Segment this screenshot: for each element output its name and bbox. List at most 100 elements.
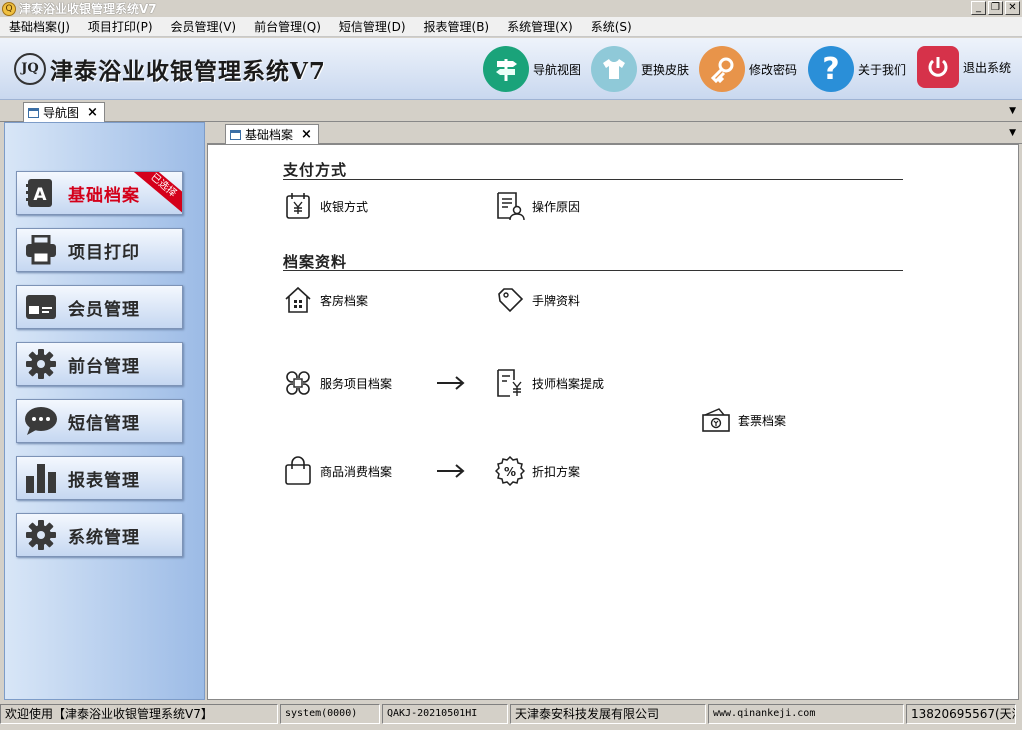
change-skin-label: 更换皮肤 [641, 62, 690, 77]
item-operation-reason[interactable]: 操作原因 [495, 190, 580, 222]
change-password-label: 修改密码 [749, 62, 798, 77]
question-icon: ? [808, 46, 854, 92]
sidebar-item-label: 项目打印 [68, 242, 140, 263]
minimize-button[interactable]: _ [971, 1, 986, 15]
discount-badge-icon: % [495, 455, 525, 487]
sidebar-item-member-management[interactable]: 会员管理 [16, 285, 183, 329]
menu-system-management[interactable]: 系统管理(X) [498, 17, 582, 37]
logo-mark: JQ [14, 53, 46, 85]
tab-navigation-map[interactable]: 导航图 × [23, 102, 105, 122]
item-service-archive[interactable]: 服务项目档案 [283, 367, 392, 399]
item-package-ticket-archive[interactable]: 套票档案 [701, 404, 786, 436]
ticket-icon [701, 404, 731, 436]
power-icon [917, 46, 959, 88]
sidebar-item-reports[interactable]: 报表管理 [16, 456, 183, 500]
gear-icon [24, 347, 58, 381]
svg-text:A: A [33, 185, 47, 205]
item-wristband-info[interactable]: 手牌资料 [495, 284, 580, 316]
logo-text: 津泰浴业收银管理系统V7 [50, 58, 326, 85]
sidebar-item-label: 短信管理 [68, 413, 140, 434]
item-label: 服务项目档案 [320, 376, 393, 391]
tag-icon [495, 284, 525, 316]
menu-reports[interactable]: 报表管理(B) [415, 17, 499, 37]
chat-bubble-icon [24, 404, 58, 438]
exit-system-button[interactable]: 退出系统 [917, 46, 1011, 88]
item-discount-plan[interactable]: % 折扣方案 [495, 455, 580, 487]
svg-text:%: % [504, 465, 516, 479]
change-password-button[interactable]: 修改密码 [699, 46, 797, 92]
member-card-icon [24, 290, 58, 324]
tab-dropdown-icon[interactable]: ▼ [1009, 106, 1016, 116]
sidebar-item-label: 基础档案 [68, 185, 140, 206]
menu-sms[interactable]: 短信管理(D) [330, 17, 415, 37]
sidebar-item-label: 系统管理 [68, 527, 140, 548]
change-skin-button[interactable]: 更换皮肤 [591, 46, 689, 92]
logo: JQ 津泰浴业收银管理系统V7 [14, 52, 326, 86]
menu-member-management[interactable]: 会员管理(V) [162, 17, 246, 37]
menu-bar: 基础档案(J) 项目打印(P) 会员管理(V) 前台管理(Q) 短信管理(D) … [0, 17, 1022, 37]
sidebar-item-label: 前台管理 [68, 356, 140, 377]
sidebar-item-system-management[interactable]: 系统管理 [16, 513, 183, 557]
item-room-archive[interactable]: 客房档案 [283, 284, 368, 316]
toolbar: JQ 津泰浴业收银管理系统V7 导航视图 更换皮肤 修改密码 ? 关于我们 退出… [0, 38, 1022, 100]
window-controls: _ ❐ ✕ [971, 1, 1020, 15]
nav-view-button[interactable]: 导航视图 [483, 46, 581, 92]
section-divider [283, 179, 903, 180]
document-user-icon [495, 190, 525, 222]
close-button[interactable]: ✕ [1005, 1, 1020, 15]
outer-tab-strip: 导航图 × ▼ [0, 100, 1022, 122]
sidebar-item-front-desk[interactable]: 前台管理 [16, 342, 183, 386]
close-icon[interactable]: × [301, 127, 312, 142]
sidebar-item-project-print[interactable]: 项目打印 [16, 228, 183, 272]
item-label: 手牌资料 [532, 293, 581, 308]
item-cashier-method[interactable]: 收银方式 [283, 190, 368, 222]
menu-system[interactable]: 系统(S) [582, 17, 641, 37]
tab-basic-archive-label: 基础档案 [245, 128, 294, 142]
sidebar-item-label: 会员管理 [68, 299, 140, 320]
tab-dropdown-icon[interactable]: ▼ [1009, 128, 1016, 138]
item-label: 商品消费档案 [320, 464, 393, 479]
close-icon[interactable]: × [87, 105, 98, 120]
shopping-bag-icon [283, 455, 313, 487]
section-title-payment: 支付方式 [283, 161, 348, 179]
status-user: system(0000) [280, 704, 380, 724]
signpost-icon [483, 46, 529, 92]
status-website: www.qinankeji.com [708, 704, 904, 724]
item-label: 收银方式 [320, 199, 369, 214]
content-panel: 支付方式 收银方式 操作原因 档案资料 客房档案 手牌资料 服务项目档案 技师档… [207, 144, 1019, 700]
sidebar-item-label: 报表管理 [68, 470, 140, 491]
window-title: 津泰浴业收银管理系统V7 [19, 2, 157, 16]
sidebar-item-sms[interactable]: 短信管理 [16, 399, 183, 443]
bottom-edge [0, 726, 1022, 730]
item-label: 技师档案提成 [532, 376, 605, 391]
item-technician-commission[interactable]: 技师档案提成 [495, 367, 604, 399]
title-bar: Q 津泰浴业收银管理系统V7 _ ❐ ✕ [0, 0, 1022, 17]
window-icon [28, 107, 39, 118]
menu-project-print[interactable]: 项目打印(P) [79, 17, 162, 37]
menu-front-desk[interactable]: 前台管理(Q) [245, 17, 330, 37]
window-icon [230, 129, 241, 140]
sidebar: A 基础档案 已选择 项目打印 会员管理 前台管理 短信管理 报表管理 系统管理 [4, 122, 205, 700]
tshirt-icon [591, 46, 637, 92]
item-goods-consumption-archive[interactable]: 商品消费档案 [283, 455, 392, 487]
command-icon [283, 367, 313, 399]
app-icon: Q [2, 1, 16, 16]
tab-basic-archive[interactable]: 基础档案 × [225, 124, 319, 144]
sidebar-item-basic-archive[interactable]: A 基础档案 已选择 [16, 171, 183, 215]
restore-button[interactable]: ❐ [988, 1, 1003, 15]
item-label: 折扣方案 [532, 464, 581, 479]
item-label: 操作原因 [532, 199, 581, 214]
status-company: 天津泰安科技发展有限公司 [510, 704, 706, 724]
about-us-button[interactable]: ? 关于我们 [808, 46, 906, 92]
menu-basic-archive[interactable]: 基础档案(J) [0, 17, 79, 37]
tab-navigation-map-label: 导航图 [43, 106, 80, 120]
address-book-icon: A [24, 176, 58, 210]
section-divider [283, 270, 903, 271]
status-bar: 欢迎使用【津泰浴业收银管理系统V7】 system(0000) QAKJ-202… [0, 704, 1022, 726]
nav-view-label: 导航视图 [533, 62, 582, 77]
calendar-yuan-icon [283, 190, 313, 222]
key-icon [699, 46, 745, 92]
receipt-yuan-icon [495, 367, 525, 399]
item-label: 客房档案 [320, 293, 369, 308]
house-icon [283, 284, 313, 316]
